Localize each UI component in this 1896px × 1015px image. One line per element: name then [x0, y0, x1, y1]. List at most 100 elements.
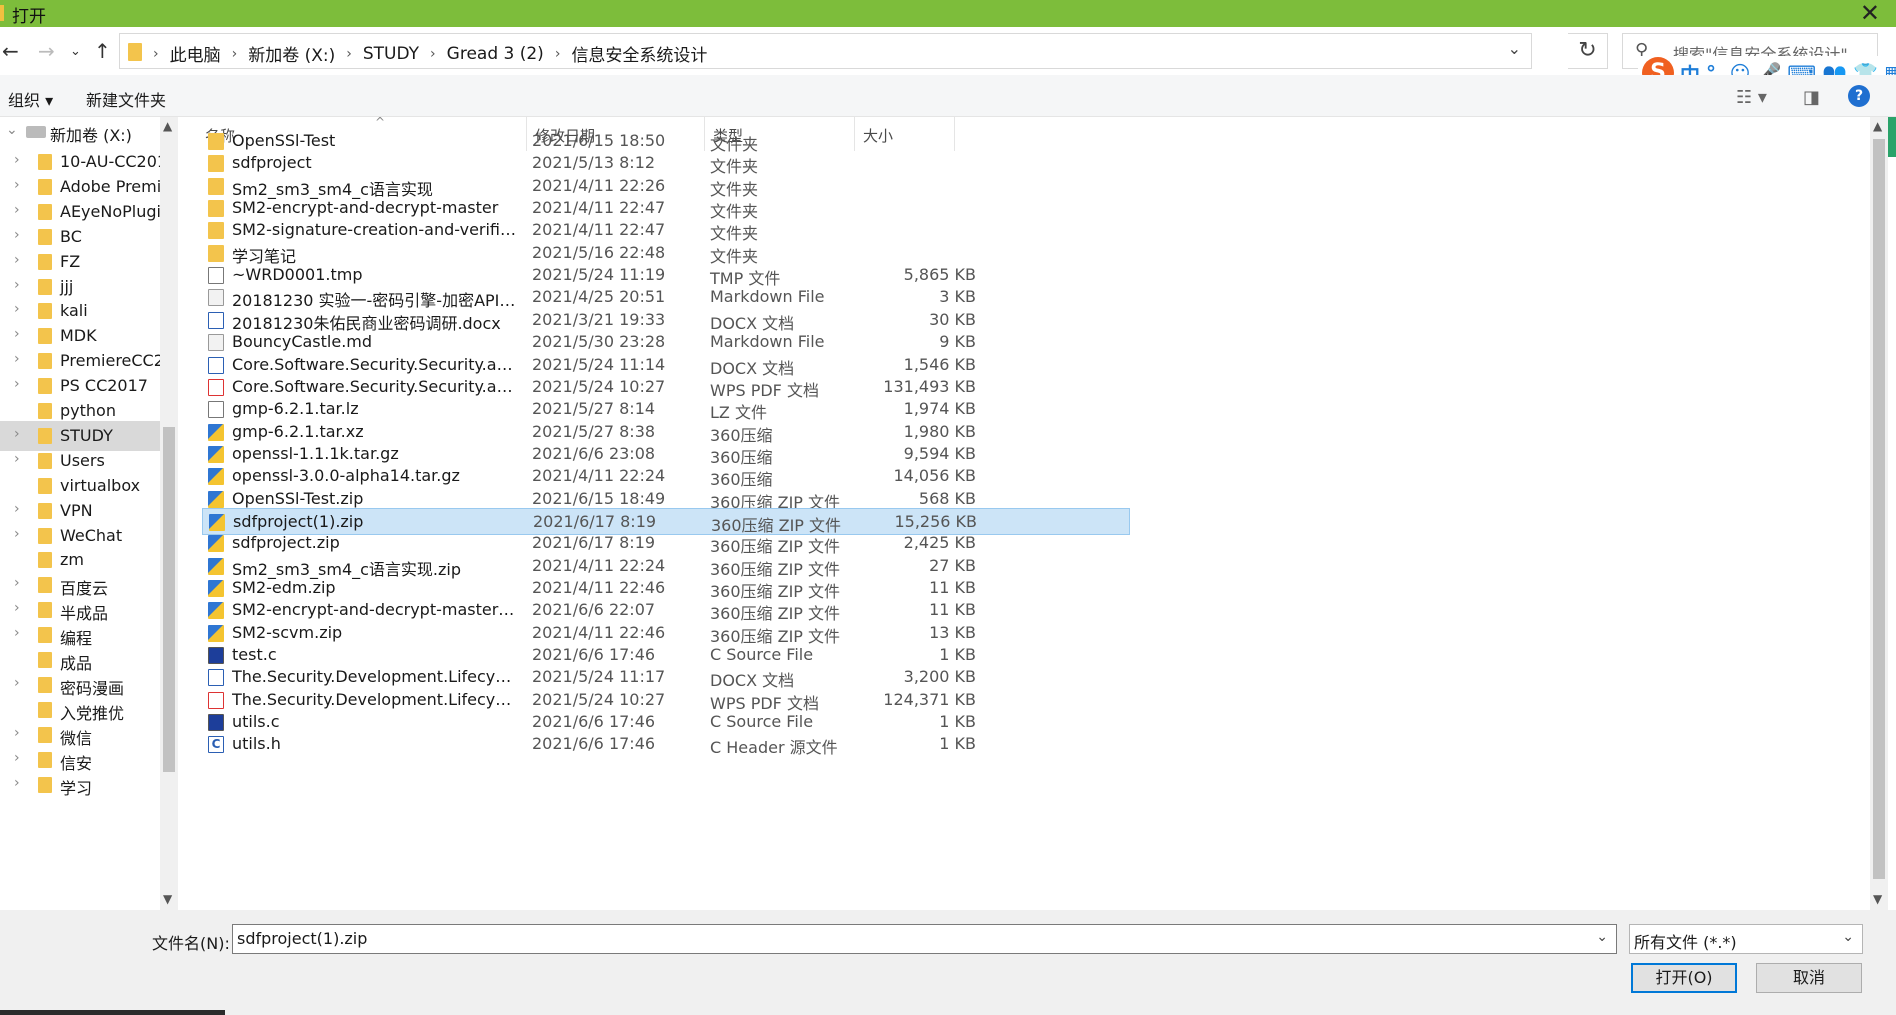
file-size: 9 KB [939, 332, 976, 352]
up-arrow-icon[interactable]: ↑ [94, 39, 111, 63]
md-file-icon [208, 334, 224, 352]
chevron-right-icon[interactable]: › [14, 625, 20, 641]
chevron-right-icon[interactable]: › [14, 501, 20, 517]
folder-file-icon [208, 133, 224, 150]
open-button[interactable]: 打开(O) [1631, 963, 1737, 993]
file-date: 2021/6/15 18:49 [532, 488, 666, 508]
file-name: BouncyCastle.md [232, 332, 373, 352]
command-toolbar: 组织 ▾ 新建文件夹 ☷ ▾ ◨ ? [0, 75, 1896, 117]
folder-icon [38, 552, 52, 569]
nav-item[interactable]: › 学习 [0, 770, 160, 800]
organize-button[interactable]: 组织 ▾ [8, 87, 53, 111]
chevron-right-icon[interactable]: › [14, 326, 20, 342]
chevron-down-icon[interactable]: ⌄ [1596, 929, 1608, 945]
nav-item-label: jjj [60, 276, 74, 296]
file-name: utils.c [232, 712, 280, 732]
chevron-right-icon[interactable]: › [14, 376, 20, 392]
scroll-up-icon[interactable]: ▲ [163, 119, 172, 133]
folder-file-icon [208, 155, 224, 173]
chevron-right-icon[interactable]: › [14, 202, 20, 218]
zip-file-icon [208, 490, 224, 508]
filename-input[interactable]: sdfproject(1).zip ⌄ [232, 924, 1617, 954]
nav-scrollbar[interactable]: ▲ ▼ [160, 117, 178, 910]
breadcrumb-item[interactable]: Gread 3 (2) [447, 44, 544, 64]
file-date: 2021/4/11 22:47 [532, 198, 666, 218]
file-list: 名称 ^ 修改日期 类型 大小 OpenSSl-Test2021/6/15 18… [180, 117, 1870, 910]
chevron-right-icon[interactable]: › [232, 46, 238, 62]
nav-item-label: STUDY [60, 425, 113, 445]
chevron-right-icon[interactable]: › [14, 451, 20, 467]
chevron-right-icon[interactable]: › [14, 277, 20, 293]
forward-arrow-icon[interactable]: → [38, 39, 55, 63]
help-icon[interactable]: ? [1848, 85, 1870, 107]
nav-item-label: VPN [60, 500, 93, 520]
breadcrumb-item[interactable]: STUDY [363, 44, 419, 64]
chevron-down-icon[interactable]: ⌄ [1508, 39, 1521, 58]
nav-item-label: PremiereCC2017 [60, 351, 160, 371]
chevron-right-icon[interactable]: › [14, 750, 20, 766]
chevron-down-icon[interactable]: ⌄ [6, 122, 18, 138]
chevron-right-icon[interactable]: › [14, 252, 20, 268]
scroll-down-icon[interactable]: ▼ [1873, 892, 1882, 906]
blank-file-icon [208, 267, 224, 285]
scroll-down-icon[interactable]: ▼ [163, 892, 172, 906]
recent-locations-chevron-icon[interactable]: ⌄ [70, 40, 81, 64]
chevron-down-icon[interactable]: ⌄ [1842, 929, 1854, 945]
address-bar[interactable]: › 此电脑 › 新加卷 (X:) › STUDY › Gread 3 (2) › 信息安全系统设计… [119, 33, 1532, 69]
chevron-right-icon[interactable]: › [14, 725, 20, 741]
title-bar: 打开 ✕ [0, 0, 1896, 27]
view-options-icon[interactable]: ☷ ▾ [1736, 87, 1767, 108]
folder-icon [38, 477, 52, 494]
chevron-right-icon[interactable]: › [14, 301, 20, 317]
file-list-scroll-thumb[interactable] [1873, 139, 1885, 879]
file-size: 568 KB [918, 488, 976, 508]
folder-icon [128, 43, 142, 61]
chevron-right-icon[interactable]: › [346, 46, 352, 62]
refresh-icon[interactable]: ↻ [1568, 33, 1608, 69]
file-type-select[interactable]: 所有文件 (*.*) ⌄ [1629, 924, 1863, 954]
preview-pane-icon[interactable]: ◨ [1803, 87, 1820, 108]
file-date: 2021/5/24 10:27 [532, 689, 666, 709]
chevron-right-icon[interactable]: › [153, 46, 159, 62]
folder-icon [38, 228, 52, 245]
back-arrow-icon[interactable]: ← [2, 39, 19, 63]
file-date: 2021/4/11 22:24 [532, 555, 666, 575]
nav-item-label: python [60, 401, 116, 420]
chevron-right-icon[interactable]: › [14, 600, 20, 616]
chevron-right-icon[interactable]: › [555, 46, 561, 62]
breadcrumb-item[interactable]: 此电脑 [170, 41, 221, 66]
chevron-right-icon[interactable]: › [14, 227, 20, 243]
zip-file-icon [208, 580, 224, 597]
nav-root-drive[interactable]: ⌄ 新加卷 (X:) [0, 117, 160, 147]
chevron-right-icon[interactable]: › [14, 152, 20, 168]
file-row[interactable]: Cutils.h 2021/6/6 17:46 C Header 源文件 1 KB [202, 731, 1130, 758]
background-window-edge [1888, 117, 1896, 157]
folder-icon [38, 278, 52, 295]
chevron-right-icon[interactable]: › [14, 775, 20, 791]
file-list-scrollbar[interactable]: ▲ ▼ [1870, 117, 1888, 910]
file-type: C Header 源文件 [710, 738, 838, 758]
cancel-button[interactable]: 取消 [1756, 963, 1862, 993]
chevron-right-icon[interactable]: › [14, 575, 20, 591]
breadcrumb-item[interactable]: 信息安全系统设计 [571, 41, 707, 66]
chevron-right-icon[interactable]: › [430, 46, 436, 62]
folder-icon [38, 676, 52, 693]
chevron-right-icon[interactable]: › [14, 426, 20, 442]
file-size: 11 KB [929, 600, 976, 620]
blank-file-icon [208, 401, 224, 419]
file-date: 2021/6/6 22:07 [532, 600, 656, 620]
new-folder-button[interactable]: 新建文件夹 [86, 87, 166, 111]
folder-icon [38, 701, 52, 718]
navigation-bar: ← → ⌄ ↑ › 此电脑 › 新加卷 (X:) › STUDY › Gread 3 (2) ›… [0, 27, 1896, 75]
csrc-file-icon [208, 647, 224, 665]
folder-icon [38, 203, 52, 220]
chevron-right-icon[interactable]: › [14, 351, 20, 367]
close-icon[interactable]: ✕ [1860, 0, 1880, 26]
nav-scroll-thumb[interactable] [163, 427, 175, 772]
chevron-right-icon[interactable]: › [14, 177, 20, 193]
folder-icon [38, 378, 52, 395]
chevron-right-icon[interactable]: › [14, 526, 20, 542]
chevron-right-icon[interactable]: › [14, 675, 20, 691]
breadcrumb-item[interactable]: 新加卷 (X:) [248, 41, 335, 66]
scroll-up-icon[interactable]: ▲ [1873, 119, 1882, 133]
